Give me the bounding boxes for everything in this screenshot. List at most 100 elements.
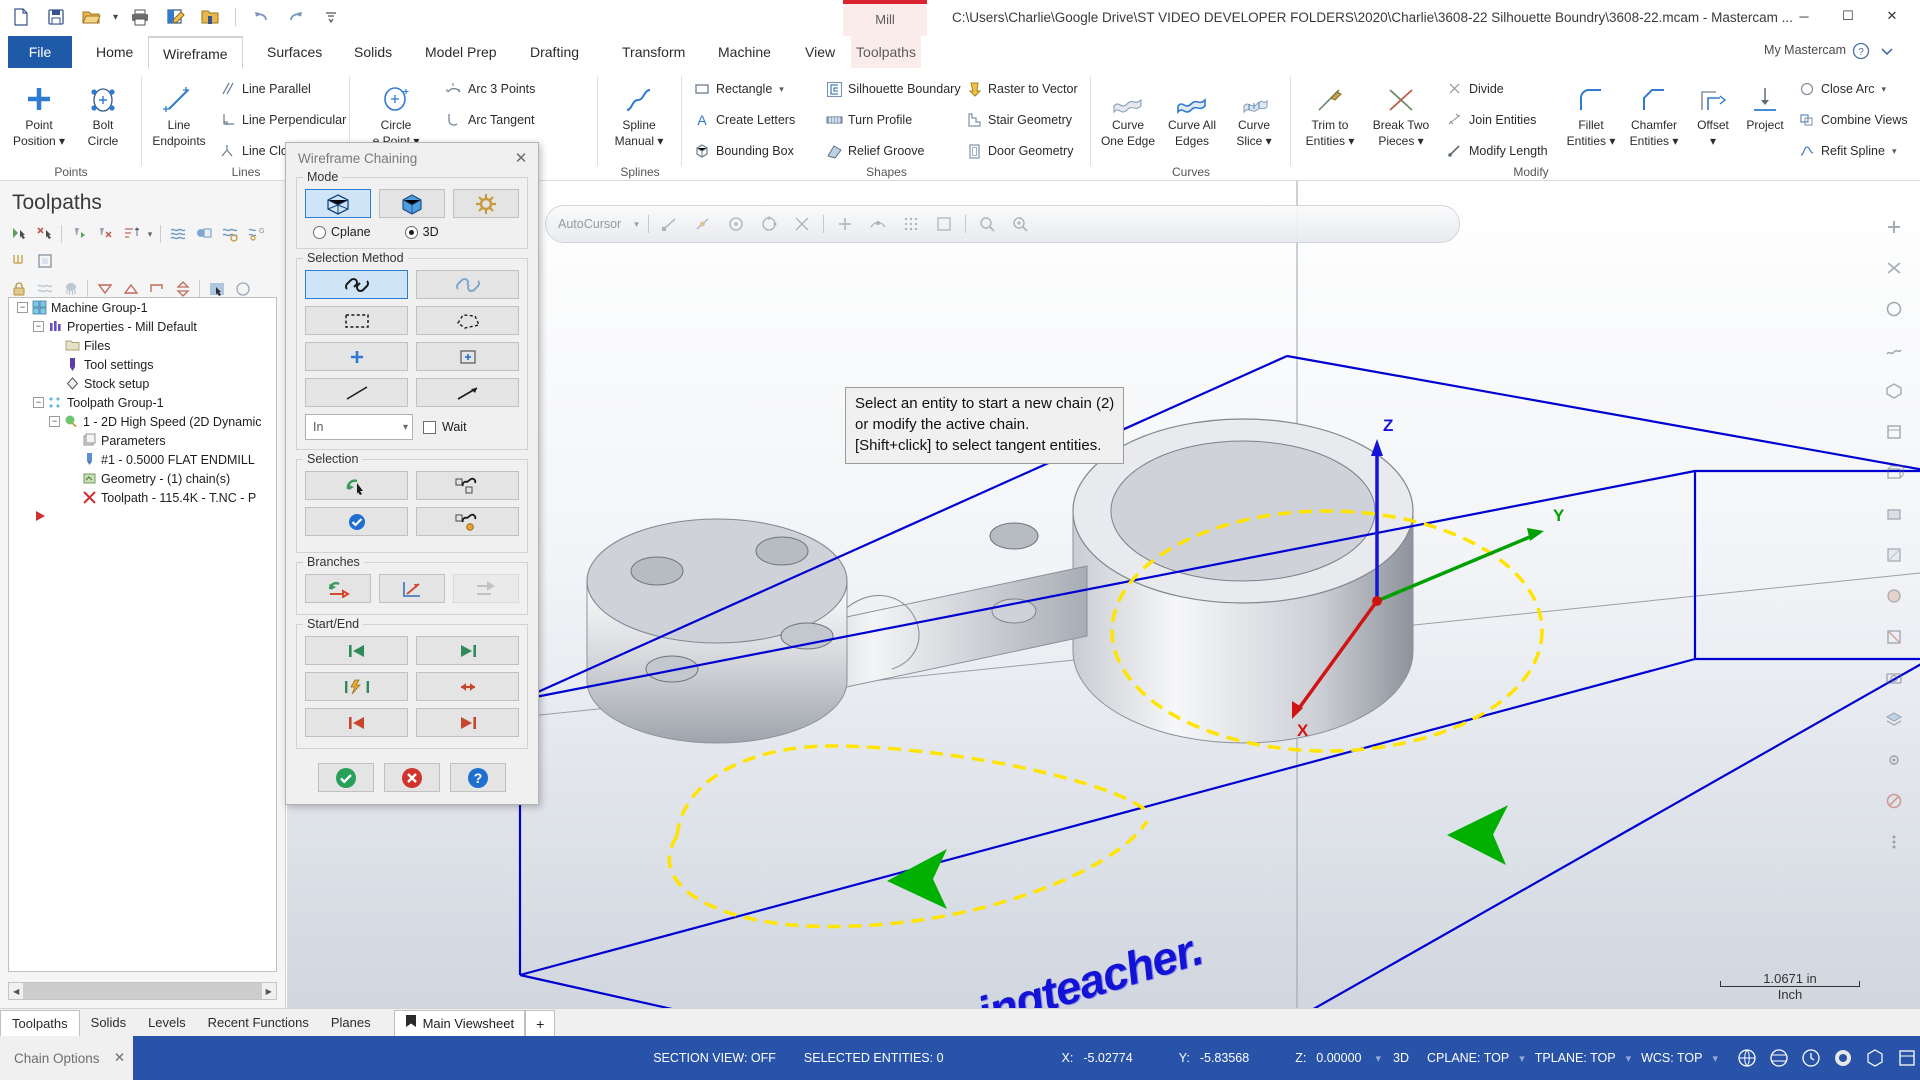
layers-icon[interactable] — [1876, 701, 1912, 737]
grid-settings-icon[interactable] — [932, 212, 956, 236]
point-position-button[interactable]: Point Position ▾ — [8, 74, 70, 148]
section-view-icon[interactable] — [1876, 619, 1912, 655]
zoom-in-icon[interactable] — [1876, 209, 1912, 245]
chamfer-entities-button[interactable]: Chamfer Entities ▾ — [1623, 74, 1685, 148]
silhouette-boundary-button[interactable]: Silhouette Boundary — [822, 76, 964, 102]
branch-reverse-button[interactable] — [305, 574, 371, 603]
dialog-title-bar[interactable]: Wireframe Chaining ✕ — [286, 143, 538, 173]
bottom-tab-solids[interactable]: Solids — [80, 1010, 137, 1036]
tab-home[interactable]: Home — [82, 36, 147, 69]
fit-view-icon[interactable] — [975, 212, 999, 236]
nested-chain-button[interactable] — [416, 471, 519, 500]
door-geometry-button[interactable]: Door Geometry — [962, 138, 1076, 164]
line-perpendicular-button[interactable]: Line Perpendicular — [216, 107, 349, 133]
step-back-button[interactable] — [305, 708, 408, 737]
open-icon[interactable] — [78, 4, 104, 30]
join-entities-button[interactable]: Join Entities — [1443, 107, 1539, 133]
midpoint-snap-icon[interactable] — [691, 212, 715, 236]
no-entry-icon[interactable] — [1876, 783, 1912, 819]
shaded-display-icon[interactable] — [1876, 496, 1912, 532]
chain-options-tab[interactable]: Chain Options ✕ — [0, 1036, 134, 1080]
folder-icon[interactable] — [197, 4, 223, 30]
center-snap-icon[interactable] — [724, 212, 748, 236]
vector-button[interactable] — [305, 378, 408, 407]
tree-item-tool[interactable]: #1 - 0.5000 FLAT ENDMILL — [9, 450, 276, 469]
point-button[interactable] — [416, 378, 519, 407]
open-dropdown-caret[interactable]: ▾ — [113, 12, 118, 23]
tree-item-operation[interactable]: − 1 - 2D High Speed (2D Dynamic — [9, 412, 276, 431]
tab-surfaces[interactable]: Surfaces — [253, 36, 336, 69]
tree-item-geometry[interactable]: Geometry - (1) chain(s) — [9, 469, 276, 488]
expander[interactable]: − — [17, 302, 28, 313]
tree-item-files[interactable]: Files — [9, 336, 276, 355]
record-icon[interactable] — [1830, 1045, 1856, 1071]
regenerate-icon[interactable] — [66, 221, 91, 247]
clock-icon[interactable] — [1798, 1045, 1824, 1071]
raster-to-vector-button[interactable]: Raster to Vector — [962, 76, 1081, 102]
bottom-tab-levels[interactable]: Levels — [137, 1010, 197, 1036]
bottom-tab-planes[interactable]: Planes — [320, 1010, 382, 1036]
reverse-selection-button[interactable] — [305, 471, 408, 500]
material-display-icon[interactable] — [1876, 578, 1912, 614]
turn-profile-button[interactable]: Turn Profile — [822, 107, 915, 133]
redo-icon[interactable] — [283, 4, 309, 30]
help-icon[interactable]: ? — [1852, 42, 1872, 62]
post-icon[interactable]: G1 — [243, 221, 268, 247]
combine-views-button[interactable]: Combine Views — [1795, 107, 1911, 133]
tab-model-prep[interactable]: Model Prep — [411, 36, 511, 69]
pan-icon[interactable] — [1876, 332, 1912, 368]
wait-checkbox[interactable]: Wait — [423, 420, 467, 434]
line-parallel-button[interactable]: Line Parallel — [216, 76, 314, 102]
fillet-entities-button[interactable]: Fillet Entities ▾ — [1561, 74, 1621, 148]
select-all-button[interactable] — [305, 507, 408, 536]
expand-icon[interactable] — [1894, 1045, 1920, 1071]
tree-item-insert-arrow[interactable] — [9, 507, 276, 526]
sort-dropdown-caret[interactable]: ▾ — [144, 221, 156, 247]
tab-view[interactable]: View — [791, 36, 849, 69]
bottom-tab-toolpaths[interactable]: Toolpaths — [0, 1010, 80, 1036]
cube-icon[interactable] — [1862, 1045, 1888, 1071]
customize-icon[interactable] — [318, 4, 344, 30]
sort-operations-icon[interactable] — [118, 221, 143, 247]
rectangle-caret[interactable]: ▾ — [779, 84, 784, 95]
close-arc-button[interactable]: Close Arc ▾ — [1795, 76, 1889, 102]
tree-item-tool-settings[interactable]: Tool settings — [9, 355, 276, 374]
arc-tangent-button[interactable]: Arc Tangent — [442, 107, 537, 133]
window-button[interactable] — [305, 306, 408, 335]
modify-length-button[interactable]: Modify Length — [1443, 138, 1551, 164]
tab-wireframe[interactable]: Wireframe — [148, 36, 243, 69]
select-all-operations-icon[interactable] — [6, 221, 31, 247]
branch-select-button[interactable] — [379, 574, 445, 603]
rectangle-button[interactable]: Rectangle ▾ — [690, 76, 787, 102]
wcs-status[interactable]: WCS: TOP — [1641, 1051, 1702, 1065]
single-button[interactable] — [305, 342, 408, 371]
break-two-pieces-button[interactable]: Break Two Pieces ▾ — [1365, 74, 1437, 148]
chevron-down-icon[interactable] — [1878, 42, 1898, 62]
3d-radio[interactable]: 3D — [404, 225, 439, 239]
tree-item-toolpath[interactable]: Toolpath - 115.4K - T.NC - P — [9, 488, 276, 507]
scroll-left-arrow[interactable]: ◀ — [9, 983, 24, 999]
tree-item-machine-group[interactable]: − Machine Group-1 — [9, 298, 276, 317]
more-options-icon[interactable] — [1876, 824, 1912, 860]
chaining-settings-button[interactable] — [453, 189, 519, 218]
edit-icon[interactable] — [162, 4, 188, 30]
tree-item-toolpath-group[interactable]: − Toolpath Group-1 — [9, 393, 276, 412]
tab-solids[interactable]: Solids — [340, 36, 406, 69]
cancel-button[interactable] — [384, 763, 440, 792]
cplane-radio[interactable]: Cplane — [313, 225, 371, 239]
high-feed-icon[interactable] — [6, 248, 31, 274]
maximize-button[interactable]: ☐ — [1826, 2, 1870, 30]
spline-manual-button[interactable]: Spline Manual ▾ — [608, 74, 670, 148]
tool-manager-icon[interactable] — [32, 248, 57, 274]
print-icon[interactable] — [127, 4, 153, 30]
scroll-right-arrow[interactable]: ▶ — [261, 983, 276, 999]
viewsheet-tab[interactable]: Main Viewsheet — [393, 1010, 526, 1036]
ok-button[interactable] — [318, 763, 374, 792]
bottom-tab-recent-functions[interactable]: Recent Functions — [197, 1010, 320, 1036]
translucency-icon[interactable] — [1876, 537, 1912, 573]
close-button[interactable]: ✕ — [1870, 2, 1914, 30]
snapshot-icon[interactable] — [1876, 660, 1912, 696]
viewport-floating-toolbar[interactable]: AutoCursor ▾ — [545, 205, 1460, 243]
my-mastercam-link[interactable]: My Mastercam — [1764, 43, 1846, 57]
bolt-circle-button[interactable]: Bolt Circle — [72, 74, 134, 148]
